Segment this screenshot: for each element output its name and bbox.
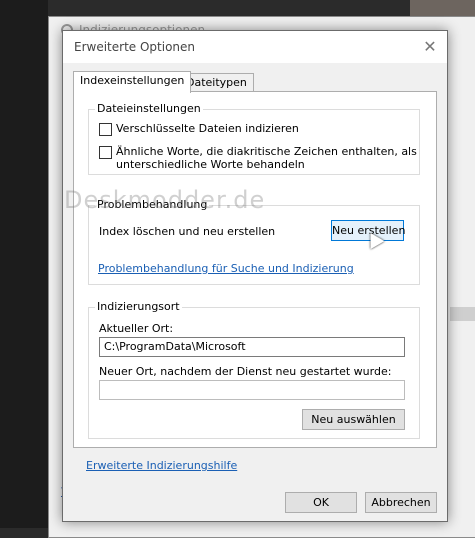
tab-panel: Dateieinstellungen Verschlüsselte Dateie… [73,91,437,448]
advanced-indexing-help-link[interactable]: Erweiterte Indizierungshilfe [86,459,237,472]
new-location-field[interactable] [99,380,405,400]
watermark: Deskmodder.de [64,186,266,214]
diacritic-option[interactable]: Ähnliche Worte, die diakritische Zeichen… [99,145,417,171]
advanced-options-dialog: Erweiterte Optionen ✕ Indexeinstellungen… [62,30,448,522]
encrypted-files-label: Verschlüsselte Dateien indizieren [116,122,299,135]
file-settings-title: Dateieinstellungen [95,102,203,115]
dialog-title: Erweiterte Optionen [74,40,196,54]
troubleshooting-link[interactable]: Problembehandlung für Suche und Indizier… [98,262,354,275]
diacritic-checkbox[interactable] [99,146,112,159]
encrypted-files-option[interactable]: Verschlüsselte Dateien indizieren [99,122,299,136]
tab-index-settings[interactable]: Indexeinstellungen [73,71,192,93]
new-location-label: Neuer Ort, nachdem der Dienst neu gestar… [99,365,392,378]
index-location-title: Indizierungsort [95,300,182,313]
current-location-field[interactable]: C:\ProgramData\Microsoft [99,337,405,357]
diacritic-label-line1: Ähnliche Worte, die diakritische Zeichen… [116,145,417,158]
current-location-label: Aktueller Ort: [99,322,174,335]
diacritic-label: Ähnliche Worte, die diakritische Zeichen… [116,145,417,171]
parent-window-selection-bar [450,307,475,321]
title-bar: Erweiterte Optionen ✕ [63,31,447,63]
encrypted-files-checkbox[interactable] [99,123,112,136]
select-new-location-button[interactable]: Neu auswählen [302,409,405,430]
rebuild-index-label: Index löschen und neu erstellen [99,225,276,238]
file-settings-group: Dateieinstellungen Verschlüsselte Dateie… [88,102,420,175]
ok-button[interactable]: OK [285,492,357,513]
close-icon[interactable]: ✕ [419,37,441,57]
cancel-button[interactable]: Abbrechen [365,492,437,513]
desktop-background-left [0,0,48,528]
diacritic-label-line2: unterschiedliche Worte behandeln [116,158,305,171]
index-location-group: Indizierungsort Aktueller Ort: C:\Progra… [88,300,420,439]
